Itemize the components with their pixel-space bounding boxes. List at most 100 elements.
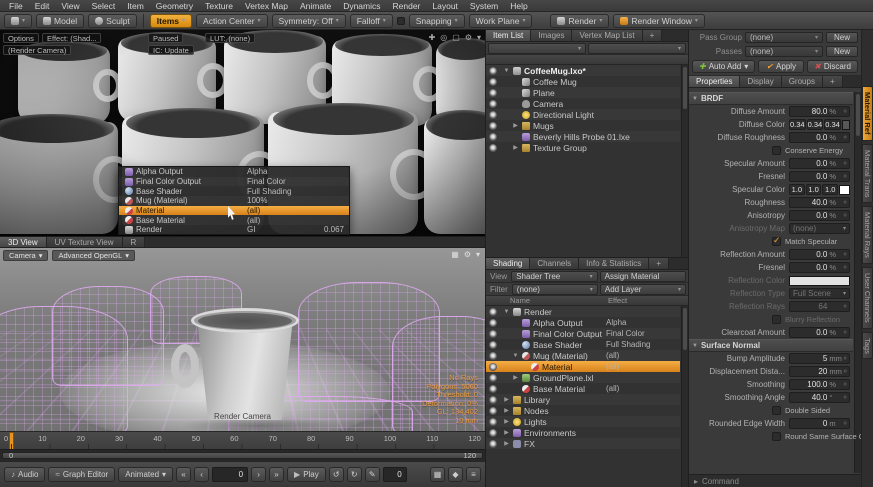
menu-item[interactable]: Dynamics xyxy=(337,1,386,11)
apply-button[interactable]: ✔Apply xyxy=(758,60,804,73)
discard-button[interactable]: ✖Discard xyxy=(807,60,858,73)
auto-add-button[interactable]: ✚Auto Add▾ xyxy=(692,60,755,73)
visibility-eye-icon[interactable] xyxy=(489,133,497,141)
render-window-button[interactable]: Render Window▾ xyxy=(613,14,705,28)
section-brdf[interactable]: ▼BRDF xyxy=(689,92,853,105)
expand-arrow-icon[interactable]: ▼ xyxy=(503,68,510,74)
scrollbar[interactable] xyxy=(854,92,861,473)
visibility-eye-icon[interactable] xyxy=(489,122,497,130)
menu-item[interactable]: View xyxy=(55,1,85,11)
visibility-eye-icon[interactable] xyxy=(489,385,497,393)
visibility-eye-icon[interactable] xyxy=(489,440,497,448)
panel-tab[interactable]: Groups xyxy=(782,76,823,87)
timeline-range-handle[interactable]: 0 120 xyxy=(2,452,483,459)
action-center-dropdown[interactable]: Action Center▾ xyxy=(196,14,268,28)
panel-tab[interactable]: Channels xyxy=(530,258,579,269)
item-row[interactable]: ▶ Mugs xyxy=(486,120,680,131)
expand-arrow-icon[interactable]: ▼ xyxy=(503,309,510,315)
color-swatch[interactable] xyxy=(839,185,850,195)
viewport-tab[interactable]: 3D View xyxy=(0,237,47,247)
coffee-mug-model[interactable] xyxy=(186,308,304,428)
color-value-field[interactable]: 0.34 xyxy=(807,119,824,130)
render-preview-viewport[interactable]: Options Effect: (Shad... (Render Camera)… xyxy=(0,30,485,236)
visibility-eye-icon[interactable] xyxy=(489,396,497,404)
panel-tab[interactable]: + xyxy=(649,258,669,269)
filter-items-dropdown[interactable]: ▾ xyxy=(488,43,586,54)
expand-arrow-icon[interactable]: ▶ xyxy=(503,440,510,447)
tool-icon-button[interactable]: ✎ xyxy=(365,467,380,482)
tool-icon-button[interactable]: ↺ xyxy=(329,467,344,482)
popup-row[interactable]: Final Color Output Final Color xyxy=(119,177,349,187)
new-pass-button[interactable]: New xyxy=(826,46,858,57)
viewport-shading-dropdown[interactable]: Advanced OpenGL▾ xyxy=(52,250,135,261)
panel-tab[interactable]: + xyxy=(823,76,843,87)
menu-item[interactable]: Help xyxy=(504,1,533,11)
animated-dropdown[interactable]: Animated▾ xyxy=(118,467,173,482)
visibility-eye-icon[interactable] xyxy=(489,352,497,360)
value-field[interactable]: 80.0%‹› xyxy=(789,106,850,117)
option-icon-button[interactable]: ▦ xyxy=(430,467,445,482)
add-layer-dropdown[interactable]: Add Layer▾ xyxy=(600,284,686,295)
panel-tab[interactable]: Display xyxy=(740,76,781,87)
popup-row[interactable]: Render GI 0.067 xyxy=(119,225,349,235)
visibility-eye-icon[interactable] xyxy=(489,111,497,119)
checkbox[interactable] xyxy=(772,315,781,324)
audio-button[interactable]: ♪Audio xyxy=(4,467,45,482)
tab-sculpt[interactable]: Sculpt xyxy=(88,14,137,28)
popup-row[interactable]: Mug (Material) 100% xyxy=(119,196,349,206)
value-field[interactable]: 40.0°‹› xyxy=(789,392,850,403)
value-field[interactable]: 5mm‹› xyxy=(789,353,850,364)
preview-tool-icon[interactable]: ▢ xyxy=(452,33,460,42)
current-frame-field[interactable]: 0 xyxy=(212,467,248,482)
menu-item[interactable]: Animate xyxy=(294,1,337,11)
menu-item[interactable]: Item xyxy=(121,1,150,11)
value-field[interactable]: 64‹› xyxy=(789,301,850,312)
transport-button[interactable]: « xyxy=(176,467,191,482)
value-field[interactable]: 100.0%‹› xyxy=(789,379,850,390)
panel-tab[interactable]: Info & Statistics xyxy=(579,258,649,269)
snapping-checkbox[interactable] xyxy=(397,17,405,25)
visibility-eye-icon[interactable] xyxy=(489,418,497,426)
visibility-eye-icon[interactable] xyxy=(489,308,497,316)
items-mode-button[interactable]: Items▾ xyxy=(150,14,192,28)
view-mode-dropdown[interactable]: Shader Tree▾ xyxy=(511,271,597,282)
checkbox[interactable] xyxy=(772,406,781,415)
viewport-camera-dropdown[interactable]: Camera▾ xyxy=(3,250,48,261)
preview-camera-dropdown[interactable]: (Render Camera) xyxy=(3,45,71,55)
shader-layer-row[interactable]: ▶ FX xyxy=(486,438,680,449)
menu-item[interactable]: Texture xyxy=(199,1,239,11)
scrollbar[interactable] xyxy=(681,306,688,487)
falloff-dropdown[interactable]: Falloff▾ xyxy=(350,14,393,28)
pass-group-select[interactable]: (none)▾ xyxy=(745,32,823,43)
preview-tool-icon[interactable]: ◎ xyxy=(440,33,447,42)
visibility-eye-icon[interactable] xyxy=(489,374,497,382)
shader-layer-row[interactable]: ▶ Environments xyxy=(486,427,680,438)
item-row[interactable]: ▼ CoffeeMug.lxo* xyxy=(486,65,680,76)
value-field[interactable]: 0.0%‹› xyxy=(789,210,850,221)
menu-item[interactable]: Vertex Map xyxy=(239,1,294,11)
preview-ic-update-button[interactable]: IC: Update xyxy=(148,45,194,55)
visibility-eye-icon[interactable] xyxy=(489,319,497,327)
value-field[interactable]: 0.0%‹› xyxy=(789,327,850,338)
visibility-eye-icon[interactable] xyxy=(489,330,497,338)
passes-select[interactable]: (none)▾ xyxy=(745,46,823,57)
expand-arrow-icon[interactable]: ▶ xyxy=(503,396,510,403)
visibility-eye-icon[interactable] xyxy=(489,89,497,97)
value-field[interactable]: 0.0%‹› xyxy=(789,171,850,182)
visibility-eye-icon[interactable] xyxy=(489,78,497,86)
color-swatch[interactable] xyxy=(789,276,850,286)
option-icon-button[interactable]: ≡ xyxy=(466,467,481,482)
menu-item[interactable]: Select xyxy=(86,1,122,11)
panel-tab[interactable]: + xyxy=(643,30,663,41)
viewport-tab[interactable]: R xyxy=(123,237,146,247)
collapse-arrow-icon[interactable]: ▼ xyxy=(692,96,698,102)
viewport-tab[interactable]: UV Texture View xyxy=(47,237,123,247)
expand-arrow-icon[interactable]: ▶ xyxy=(512,122,519,129)
shader-layer-row[interactable]: ▶ Nodes xyxy=(486,405,680,416)
value-field[interactable]: 20mm‹› xyxy=(789,366,850,377)
shader-layer-row[interactable]: Material (all) xyxy=(486,361,680,372)
shader-layer-row[interactable]: ▼ Mug (Material) (all) xyxy=(486,350,680,361)
item-row[interactable]: Beverly Hills Probe 01.lxe xyxy=(486,131,680,142)
expand-arrow-icon[interactable]: ▶ xyxy=(512,144,519,151)
render-button[interactable]: Render▾ xyxy=(550,14,609,28)
